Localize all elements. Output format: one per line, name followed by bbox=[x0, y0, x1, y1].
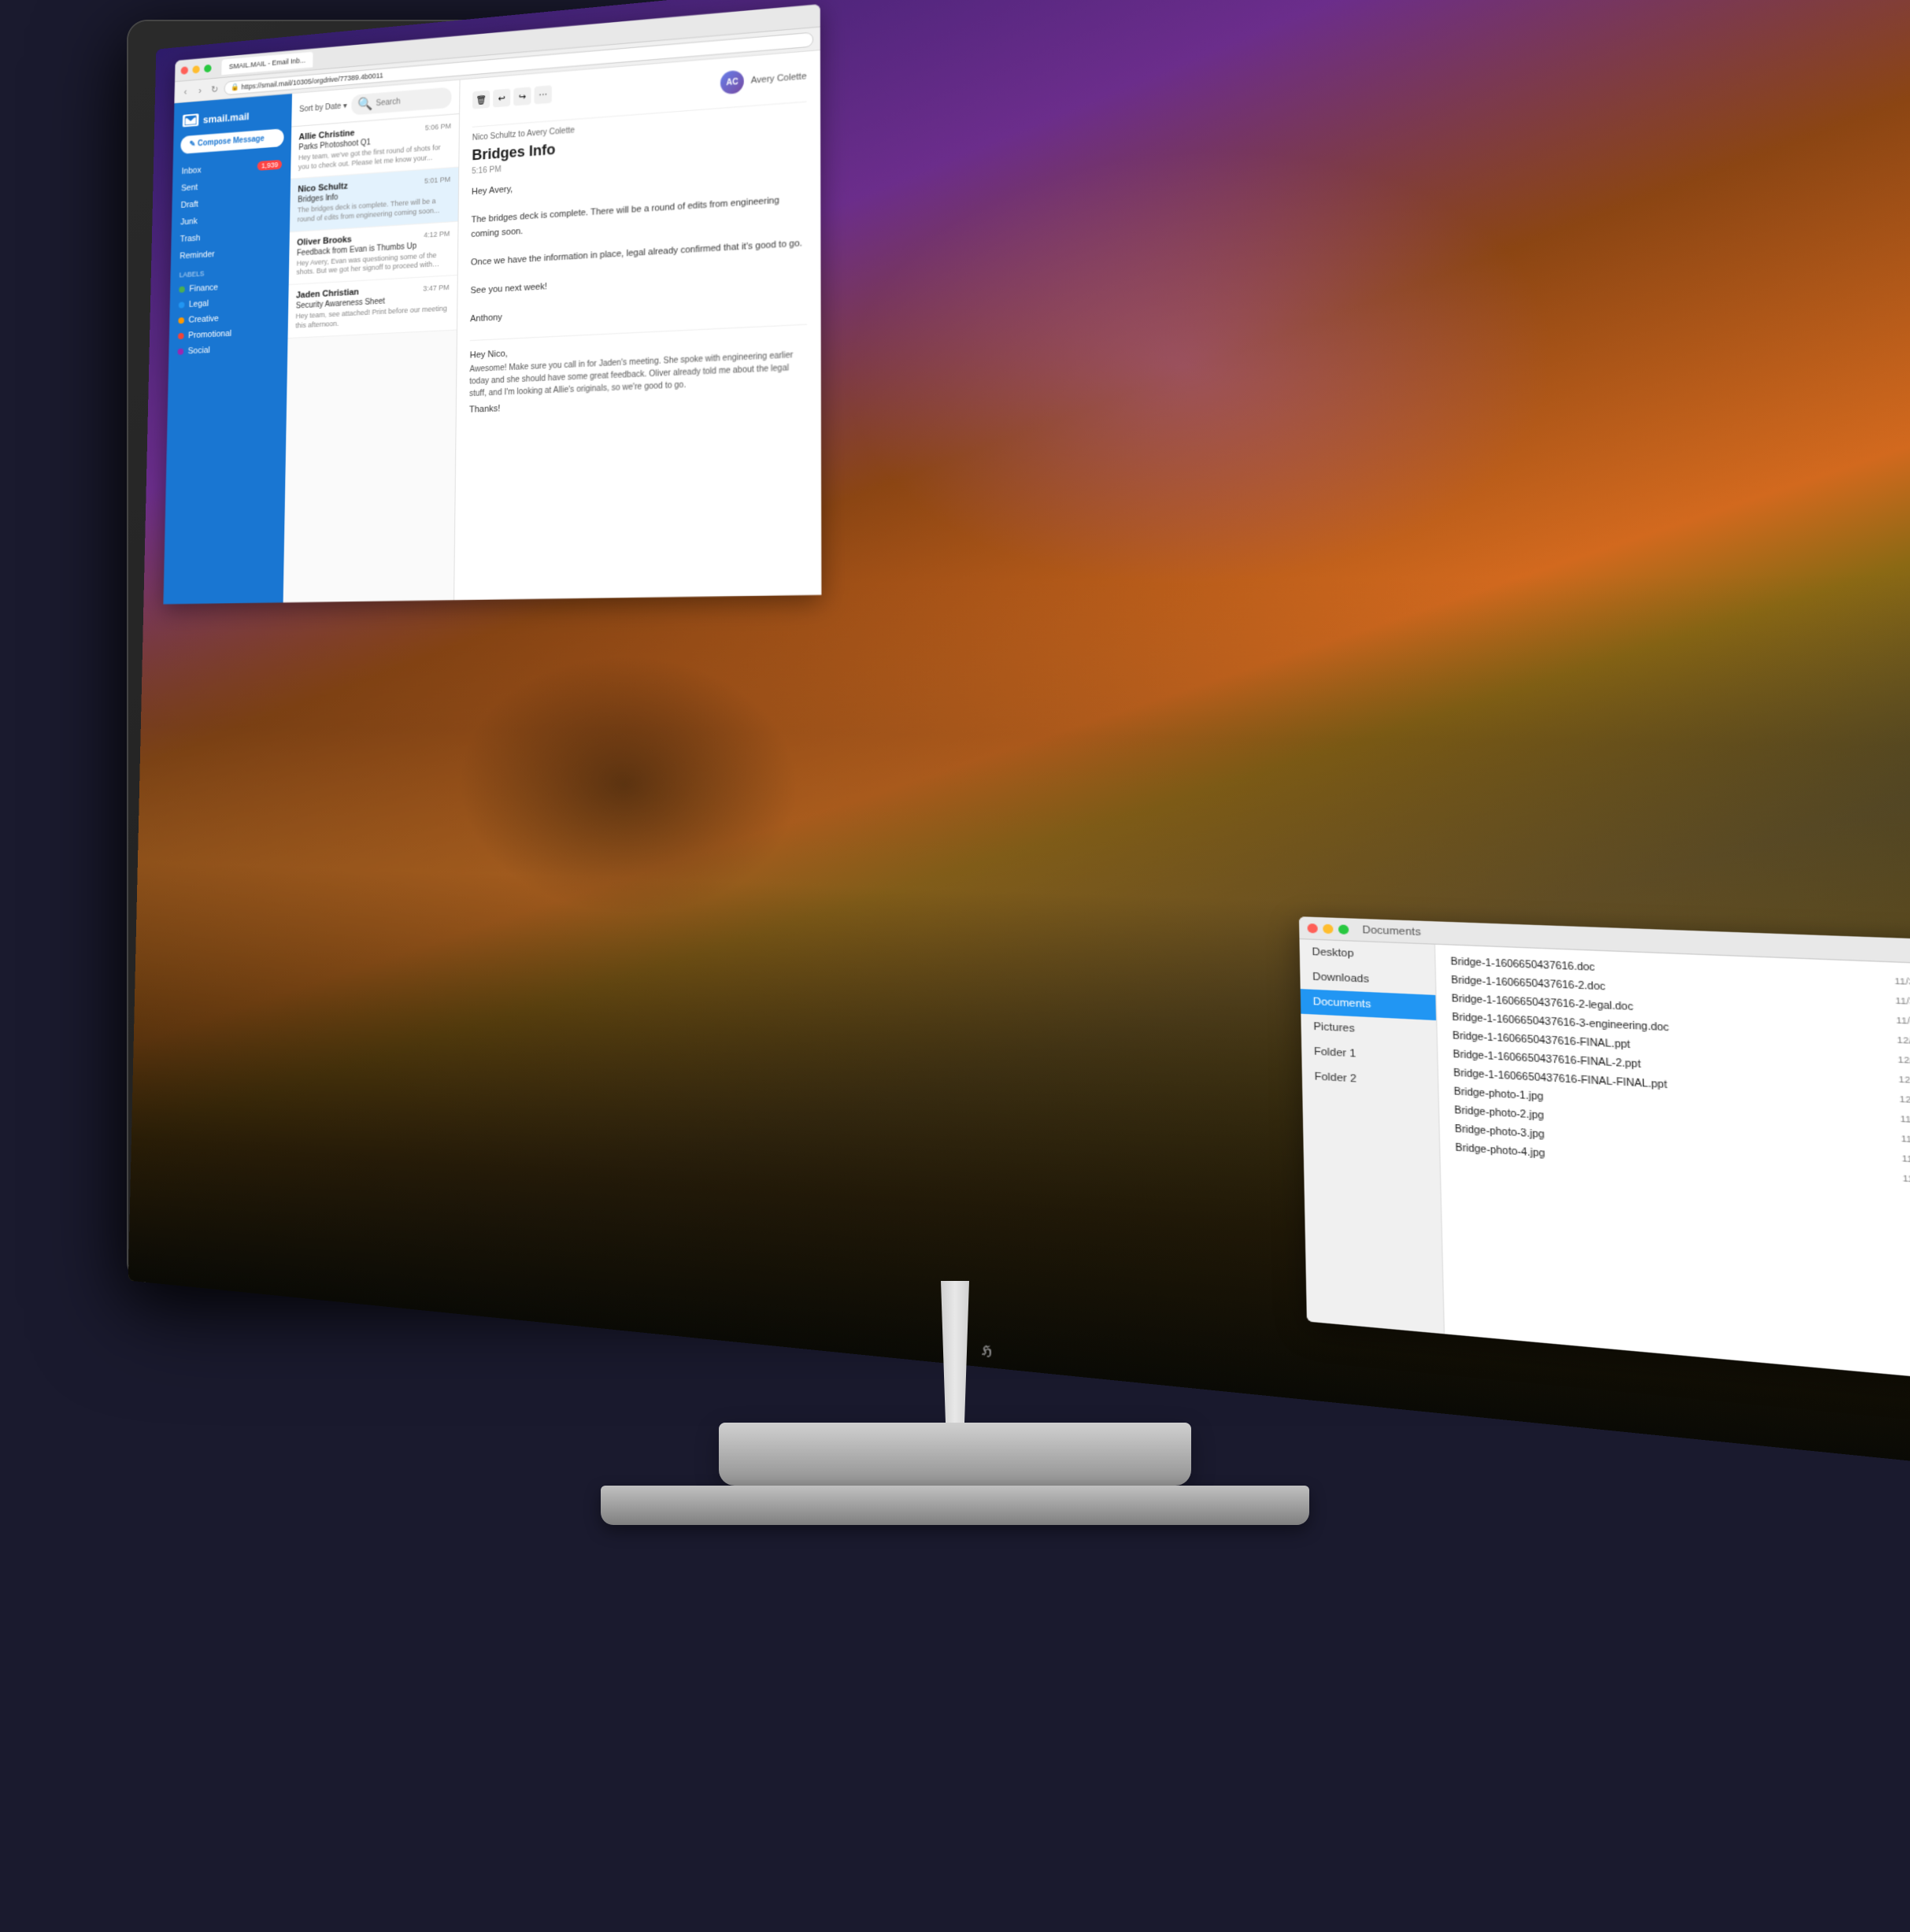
email-reader: 🗑 ↩ ↪ ··· AC Avery Colette bbox=[454, 50, 821, 600]
email-reply-section: Hey Nico, Awesome! Make sure you call in… bbox=[469, 324, 807, 414]
fm-folder2-label: Folder 2 bbox=[1314, 1071, 1357, 1085]
file-date: 11/2/2020 bbox=[1902, 1172, 1910, 1190]
inbox-label: Inbox bbox=[181, 165, 201, 176]
sent-label: Sent bbox=[181, 183, 198, 193]
email-signature: Anthony bbox=[470, 295, 807, 327]
file-date: 12/9/2020 bbox=[1898, 1074, 1910, 1090]
finance-dot bbox=[179, 287, 185, 293]
file-date: 11/2/2020 bbox=[1901, 1133, 1910, 1149]
fm-folder1-label: Folder 1 bbox=[1314, 1046, 1357, 1060]
social-label: Social bbox=[188, 346, 210, 356]
browser-back-button[interactable]: ‹ bbox=[180, 86, 191, 98]
monitor-base bbox=[601, 1486, 1309, 1525]
creative-dot bbox=[178, 317, 184, 324]
search-box[interactable]: 🔍 bbox=[351, 87, 451, 115]
monitor-bezel: SMAIL.MAIL - Email Inb... ‹ › ↻ 🔒 https:… bbox=[128, 21, 1782, 1281]
email-body-para-1: The bridges deck is complete. There will… bbox=[471, 192, 807, 242]
email-body: Hey Avery, The bridges deck is complete.… bbox=[470, 163, 807, 328]
more-actions-button[interactable]: ··· bbox=[534, 85, 552, 104]
avatar-initials: AC bbox=[726, 77, 738, 87]
search-input[interactable] bbox=[376, 94, 438, 107]
file-date: 12/12/2020 bbox=[1899, 1094, 1910, 1109]
email-time-0: 5:06 PM bbox=[425, 122, 451, 132]
browser-window[interactable]: SMAIL.MAIL - Email Inb... ‹ › ↻ 🔒 https:… bbox=[163, 4, 821, 604]
inbox-badge: 1,939 bbox=[257, 160, 282, 171]
file-manager-sidebar: Desktop Downloads Documents Pictures Fol bbox=[1299, 939, 1445, 1334]
email-item-3[interactable]: Jaden Christian 3:47 PM Security Awarene… bbox=[288, 276, 457, 339]
legal-dot bbox=[179, 302, 185, 308]
reply-button[interactable]: ↩ bbox=[493, 89, 510, 108]
email-time-2: 4:12 PM bbox=[424, 229, 450, 239]
junk-label: Junk bbox=[180, 217, 198, 227]
search-icon: 🔍 bbox=[357, 96, 373, 113]
browser-close-button[interactable] bbox=[181, 66, 188, 74]
monitor-screen: SMAIL.MAIL - Email Inb... ‹ › ↻ 🔒 https:… bbox=[128, 0, 1910, 1485]
browser-tab-label: SMAIL.MAIL - Email Inb... bbox=[229, 56, 305, 70]
open-email-time: 5:16 PM bbox=[472, 165, 501, 176]
monitor-stand bbox=[719, 1423, 1191, 1486]
email-sign-off: See you next week! bbox=[470, 266, 806, 299]
file-date: 11/30/2020 bbox=[1894, 975, 1910, 990]
avatar-name: Avery Colette bbox=[751, 72, 807, 86]
reminder-label: Reminder bbox=[180, 250, 215, 261]
fm-pictures-label: Pictures bbox=[1313, 1021, 1355, 1034]
email-logo-icon bbox=[183, 113, 199, 127]
fm-close-button[interactable] bbox=[1307, 923, 1317, 933]
file-date: 11/2/2020 bbox=[1901, 1153, 1910, 1169]
browser-minimize-button[interactable] bbox=[192, 65, 199, 73]
file-manager-content: Desktop Downloads Documents Pictures Fol bbox=[1299, 939, 1910, 1393]
email-app: smail.mail ✎ Compose Message Inbox 1,939… bbox=[163, 50, 821, 604]
promotional-label: Promotional bbox=[188, 329, 231, 341]
avatar: AC bbox=[720, 70, 744, 95]
social-dot bbox=[178, 349, 184, 355]
svg-text:ℌ: ℌ bbox=[982, 1342, 994, 1359]
forward-button[interactable]: ↪ bbox=[513, 87, 531, 105]
browser-maximize-button[interactable] bbox=[204, 64, 211, 72]
finance-label: Finance bbox=[189, 283, 218, 294]
email-logo-text: smail.mail bbox=[203, 110, 250, 125]
email-time-1: 5:01 PM bbox=[424, 176, 450, 185]
promotional-dot bbox=[178, 333, 184, 339]
email-sidebar: smail.mail ✎ Compose Message Inbox 1,939… bbox=[163, 94, 292, 604]
trash-label: Trash bbox=[180, 234, 201, 244]
email-actions-toolbar: 🗑 ↩ ↪ ··· bbox=[472, 85, 552, 109]
file-date: 12/2/2020 bbox=[1897, 1034, 1910, 1049]
fm-downloads-label: Downloads bbox=[1312, 972, 1369, 986]
email-time-3: 3:47 PM bbox=[423, 283, 449, 293]
email-list: Sort by Date ▾ 🔍 Allie Christine 5:06 PM bbox=[283, 80, 461, 603]
file-date: 11/30/2020 bbox=[1895, 995, 1910, 1010]
email-item-2[interactable]: Oliver Brooks 4:12 PM Feedback from Evan… bbox=[289, 221, 458, 285]
file-date: 12/8/2020 bbox=[1897, 1054, 1910, 1070]
legal-label: Legal bbox=[189, 299, 209, 309]
recipient-info: AC Avery Colette bbox=[720, 65, 806, 94]
compose-label: ✎ Compose Message bbox=[189, 135, 264, 149]
browser-forward-button[interactable]: › bbox=[194, 84, 205, 96]
creative-label: Creative bbox=[188, 314, 219, 325]
fm-window-title: Documents bbox=[1362, 924, 1421, 938]
draft-label: Draft bbox=[181, 200, 198, 210]
fm-minimize-button[interactable] bbox=[1323, 923, 1333, 934]
file-date: 11/30/2020 bbox=[1896, 1015, 1910, 1030]
file-list: Bridge-1-1606650437616.doc 11/30/2020 14… bbox=[1435, 945, 1910, 1393]
fm-desktop-label: Desktop bbox=[1312, 946, 1353, 960]
fm-maximize-button[interactable] bbox=[1338, 924, 1349, 935]
sort-button[interactable]: Sort by Date ▾ bbox=[299, 102, 347, 114]
fm-documents-label: Documents bbox=[1313, 996, 1371, 1010]
file-manager[interactable]: Documents Desktop Downloads Documents bbox=[1299, 916, 1910, 1393]
file-date: 11/2/2020 bbox=[1900, 1113, 1910, 1130]
browser-refresh-button[interactable]: ↻ bbox=[209, 83, 220, 95]
monitor-wrapper: SMAIL.MAIL - Email Inb... ‹ › ↻ 🔒 https:… bbox=[89, 21, 1821, 1911]
monitor-brand-label: ℌ bbox=[982, 1340, 1011, 1364]
delete-button[interactable]: 🗑 bbox=[472, 91, 490, 109]
secure-lock-icon: 🔒 bbox=[231, 83, 239, 92]
email-body-para-2: Once we have the information in place, l… bbox=[471, 236, 807, 270]
